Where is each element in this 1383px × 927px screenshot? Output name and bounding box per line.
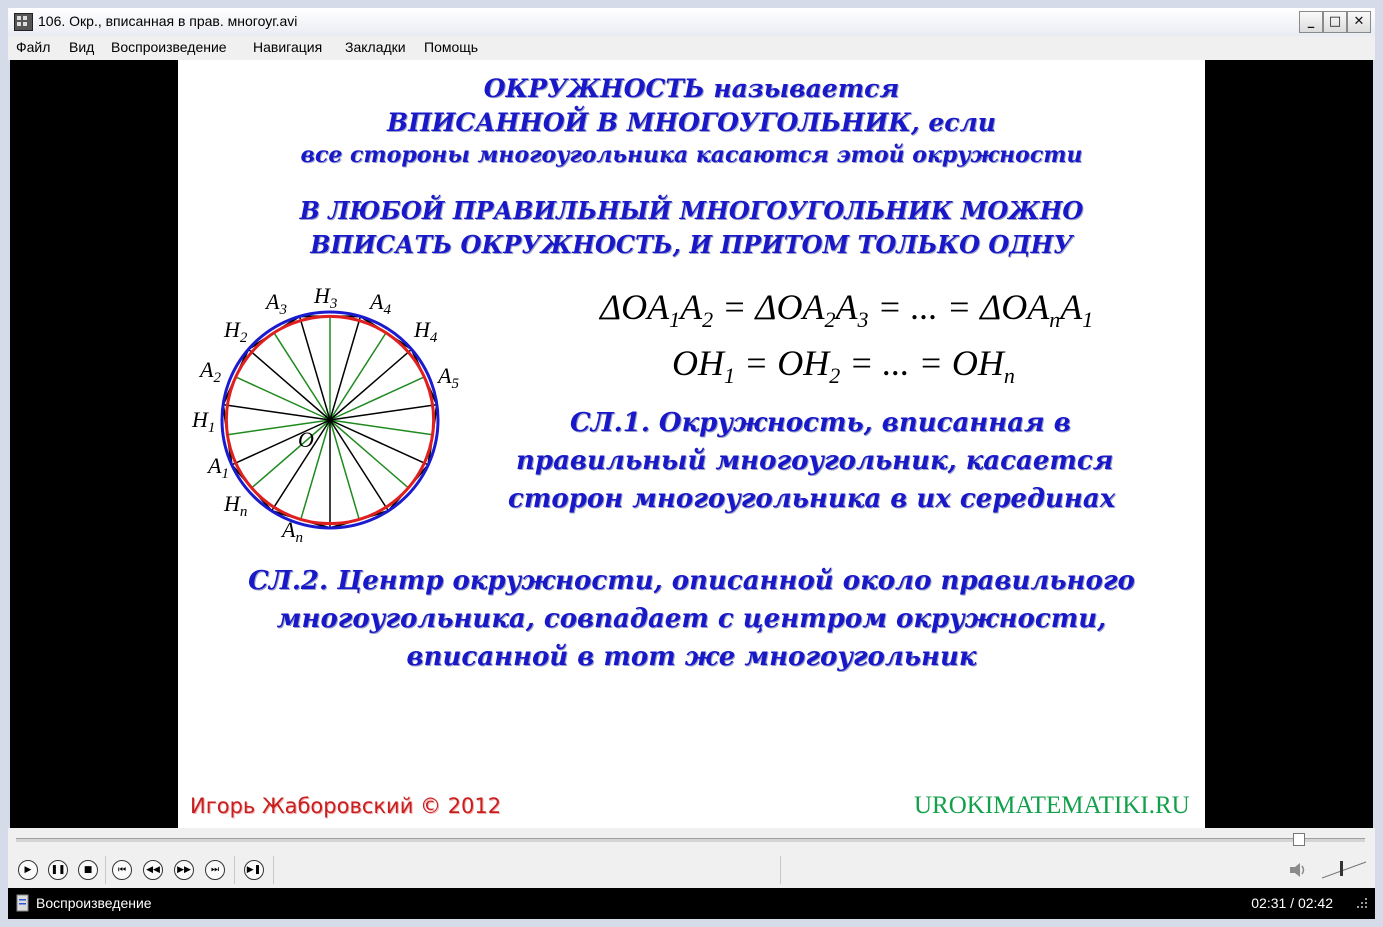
frame-step-icon: ▶❚ [246,865,262,875]
corollary1-line-3: сторон многоугольника в их серединах [508,484,1116,514]
separator [273,856,274,884]
playback-controls: ▶ ❚❚ ■ ⏮ ◀◀ ▶▶ ⏭ ▶❚ [8,828,1375,888]
pause-button[interactable]: ❚❚ [48,860,68,880]
window-title: 106. Окр., вписанная в прав. многоуг.avi [38,13,298,29]
prev-button[interactable]: ⏮ [112,860,132,880]
time-display: 02:31 / 02:42 [1251,895,1333,911]
menu-bookmarks[interactable]: Закладки [345,39,406,55]
label-a4: A4 [368,289,391,318]
corollary2-line-3: вписанной в тот же многоугольник [406,642,977,672]
definition-line-2: ВПИСАННОЙ В МНОГОУГОЛЬНИК, если [387,108,996,137]
label-h3: H3 [313,283,337,312]
menu-view[interactable]: Вид [69,39,94,55]
label-h4: H4 [413,317,438,346]
corollary1-line-1: СЛ.1. Окружность, вписанная в [570,408,1071,438]
segments-equality: OH1 = OH2 = ... = OHn [672,343,1015,389]
corollary2-line-2: многоугольника, совпадает с центром окру… [276,604,1107,634]
label-an: An [280,517,303,546]
pause-icon: ❚❚ [50,865,66,875]
label-h1: H1 [191,407,215,436]
triangles-equality: ΔOA1A2 = ΔOA2A3 = ... = ΔOAnA1 [600,287,1094,333]
separator [105,856,106,884]
figure-lines [220,310,440,530]
menu-file[interactable]: Файл [16,39,50,55]
rewind-icon: ◀◀ [146,865,160,875]
skip-forward-icon: ⏭ [210,865,220,875]
apothem-line [329,419,360,520]
polygon-figure: O A3 H3 A4 H4 A5 H2 A2 H1 A1 Hn An [191,283,459,546]
center-label: O [298,427,314,452]
resize-grip-icon[interactable] [1353,896,1369,912]
definition-line-3: все стороны многоугольника касаются этой… [300,142,1083,168]
skip-back-icon: ⏮ [117,865,127,875]
volume-slider[interactable] [1320,858,1370,880]
label-a2: A2 [198,357,221,386]
radius-line [329,316,362,421]
menu-bar: Файл Вид Воспроизведение Навигация Закла… [8,36,1375,60]
menu-playback[interactable]: Воспроизведение [111,39,227,55]
fast-forward-icon: ▶▶ [177,865,191,875]
video-frame-slide: ОКРУЖНОСТЬ называется ВПИСАННОЙ В МНОГОУ… [178,60,1205,828]
menu-help[interactable]: Помощь [424,39,478,55]
definition-line-1: ОКРУЖНОСТЬ называется [483,74,900,103]
label-hn: Hn [223,491,247,520]
status-bar: Воспроизведение 02:31 / 02:42 [8,888,1375,919]
stop-button[interactable]: ■ [78,860,98,880]
player-window: 106. Окр., вписанная в прав. многоуг.avi… [0,0,1383,927]
speaker-icon[interactable] [1288,861,1308,879]
label-h2: H2 [223,317,248,346]
playback-status: Воспроизведение [36,895,152,911]
corollary1-line-2: правильный многоугольник, касается [516,446,1114,476]
label-a1: A1 [206,453,229,482]
site-name: UROKIMATEMATIKI.RU [914,792,1190,819]
label-a5: A5 [436,363,459,392]
next-button[interactable]: ⏭ [205,860,225,880]
menu-navigation[interactable]: Навигация [253,39,322,55]
stop-icon: ■ [83,865,93,875]
label-a3: A3 [264,289,287,318]
separator [780,856,781,884]
corollary2-line-1: СЛ.2. Центр окружности, описанной около … [248,566,1135,596]
document-icon [16,894,29,912]
close-button[interactable]: ✕ [1347,11,1371,33]
video-area[interactable]: ОКРУЖНОСТЬ называется ВПИСАННОЙ В МНОГОУ… [10,60,1373,828]
play-button[interactable]: ▶ [18,860,38,880]
seek-thumb[interactable] [1292,833,1305,846]
minimize-button[interactable]: _ [1299,11,1323,33]
theorem-line-1: В ЛЮБОЙ ПРАВИЛЬНЫЙ МНОГОУГОЛЬНИК МОЖНО [299,196,1084,225]
clapperboard-icon [14,13,33,31]
maximize-button[interactable]: □ [1323,11,1347,33]
separator [234,856,235,884]
seek-bar[interactable] [16,838,1365,842]
frame-step-button[interactable]: ▶❚ [244,860,264,880]
radius-line [298,316,331,421]
title-bar: 106. Окр., вписанная в прав. многоуг.avi… [8,8,1375,36]
rewind-button[interactable]: ◀◀ [143,860,163,880]
play-icon: ▶ [24,865,32,875]
theorem-line-2: ВПИСАТЬ ОКРУЖНОСТЬ, И ПРИТОМ ТОЛЬКО ОДНУ [310,230,1073,259]
author-credit: Игорь Жаборовский © 2012 [190,794,502,818]
forward-button[interactable]: ▶▶ [174,860,194,880]
